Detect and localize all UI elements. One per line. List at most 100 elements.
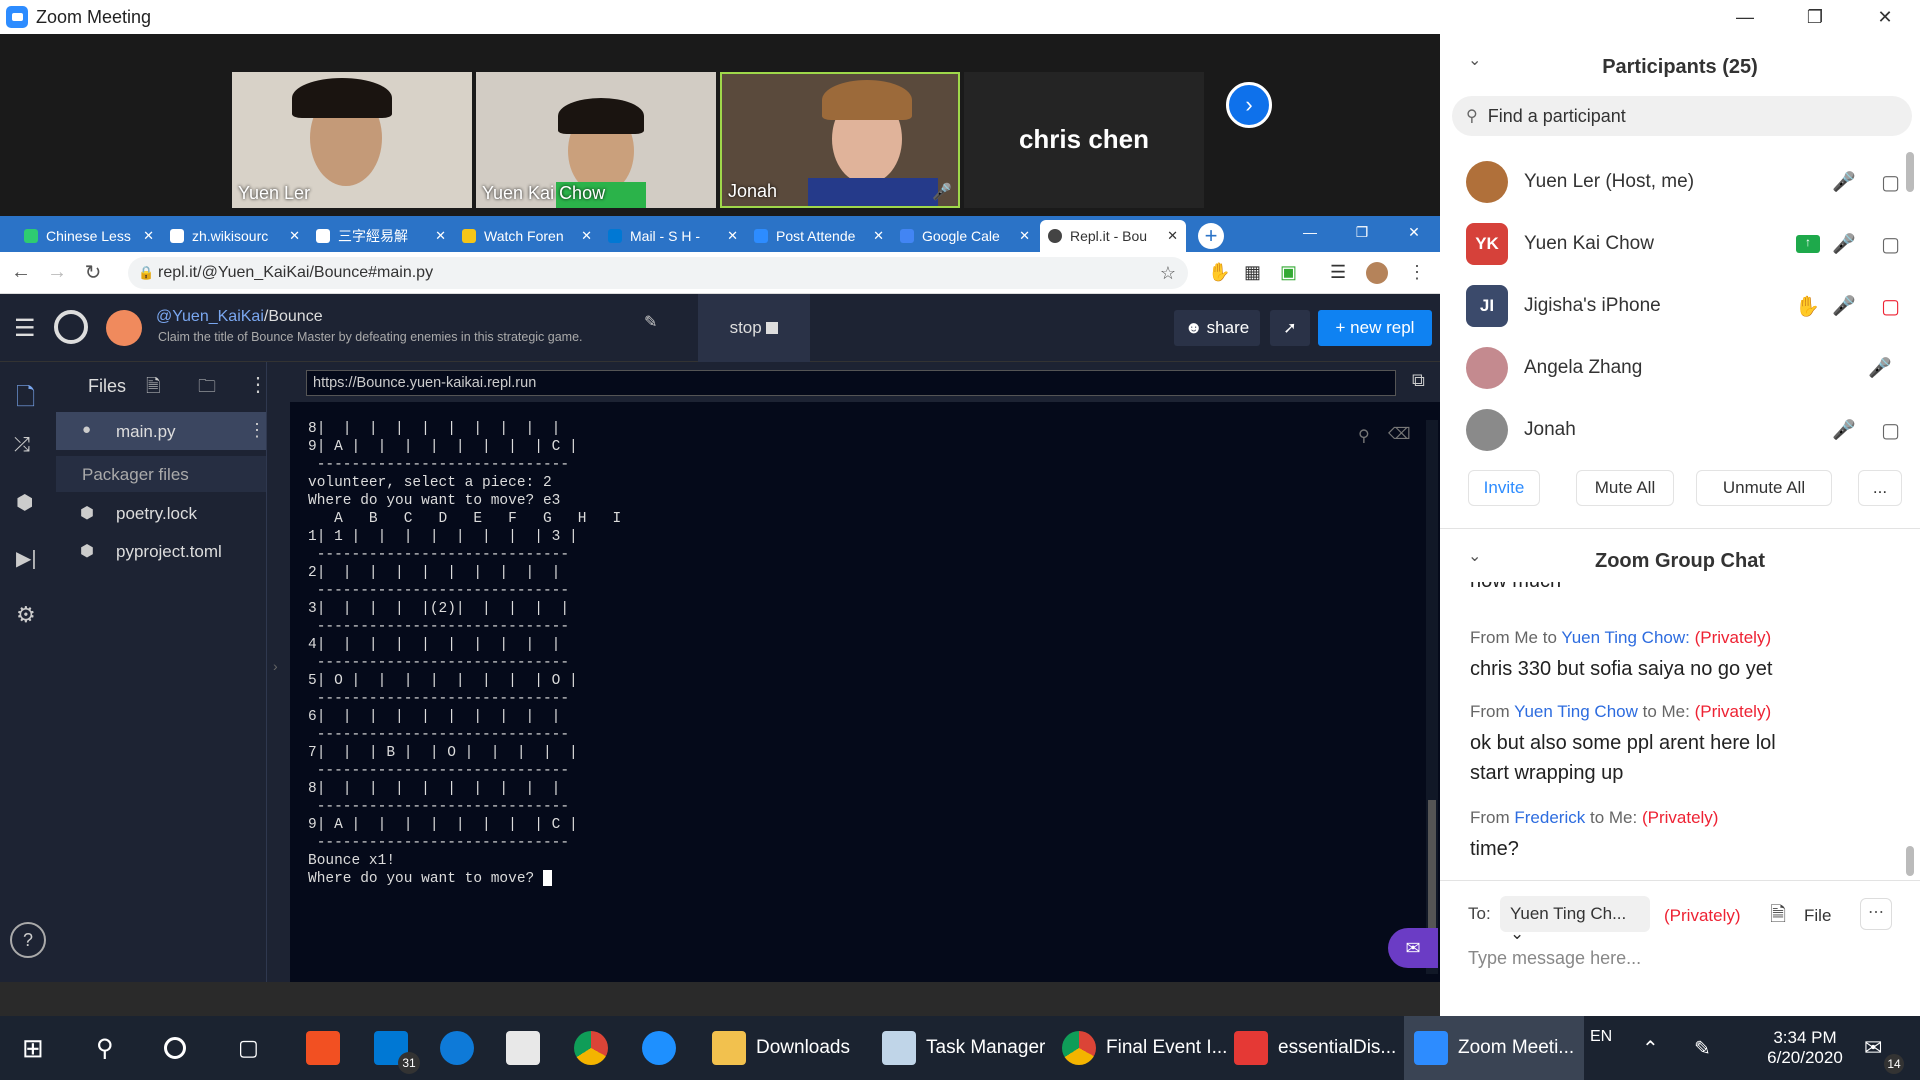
taskbar-app[interactable]: Task Manager (882, 1016, 1045, 1080)
media-icon[interactable]: ☰ (1330, 262, 1346, 283)
participant-row[interactable]: Angela Zhang 🎤 (1466, 340, 1906, 396)
tab-close-icon[interactable]: ✕ (581, 228, 592, 244)
chat-bubble-icon[interactable]: ✉ (1388, 928, 1438, 968)
store-icon[interactable] (306, 1016, 350, 1080)
task-view-icon[interactable]: ▢ (238, 1016, 259, 1080)
participant-row[interactable]: Yuen Ler (Host, me) 🎤 ▢ (1466, 154, 1906, 210)
chat-scrollbar[interactable] (1906, 846, 1914, 876)
webview-url-field[interactable]: https://Bounce.yuen-kaikai.repl.run (306, 370, 1396, 396)
windows-start-icon[interactable]: ⊞ (22, 1016, 44, 1080)
minimize-button[interactable]: — (1710, 0, 1780, 34)
file-icon[interactable]: 🗎 (1770, 900, 1786, 934)
file-item[interactable]: ⬢ poetry.lock (56, 496, 266, 530)
participant-row[interactable]: Jonah 🎤 ▢ (1466, 402, 1906, 458)
search-icon[interactable]: ⚲ (96, 1016, 114, 1080)
file-item[interactable]: ⬢ pyproject.toml (56, 534, 266, 568)
browser-tab[interactable]: Mail - S H - ✕ (600, 220, 746, 252)
browser-minimize-button[interactable]: — (1284, 216, 1336, 241)
participant-row[interactable]: JI Jigisha's iPhone ✋ 🎤 ▢ (1466, 278, 1906, 334)
participants-scrollbar[interactable] (1906, 152, 1914, 192)
browser-tab[interactable]: Post Attende ✕ (746, 220, 892, 252)
extension-icon[interactable]: ▣ (1280, 262, 1297, 283)
extension-grid-icon[interactable]: ▦ (1244, 262, 1261, 283)
mail-icon[interactable]: 31 (374, 1016, 420, 1080)
tab-close-icon[interactable]: ✕ (1019, 228, 1030, 244)
panel-divider[interactable]: › (266, 362, 290, 982)
browser-tab[interactable]: zh.wikisourc ✕ (162, 220, 308, 252)
browser-menu-icon[interactable]: ⋮ (1408, 262, 1426, 283)
tab-close-icon[interactable]: ✕ (1167, 228, 1178, 244)
mute-all-button[interactable]: Mute All (1576, 470, 1674, 506)
chat-message-input[interactable]: Type message here... (1468, 948, 1898, 982)
tab-close-icon[interactable]: ✕ (435, 228, 446, 244)
profile-avatar[interactable] (1366, 261, 1388, 284)
new-tab-icon[interactable]: + (1198, 223, 1224, 249)
clear-console-icon[interactable]: ⌫ (1388, 424, 1411, 444)
pen-icon[interactable]: ✎ (1694, 1016, 1711, 1080)
add-folder-icon[interactable]: 🗀 (198, 374, 216, 404)
video-tile[interactable]: Yuen Ler (232, 72, 472, 208)
close-button[interactable]: ✕ (1850, 0, 1920, 34)
back-arrow-icon[interactable]: ← (6, 261, 36, 284)
browser-close-button[interactable]: ✕ (1388, 216, 1440, 241)
new-repl-button[interactable]: + new repl (1318, 310, 1432, 346)
notifications-icon[interactable]: ✉ 14 (1864, 1016, 1904, 1080)
console-search-icon[interactable]: ⚲ (1358, 426, 1370, 446)
bookmark-star-icon[interactable]: ☆ (1160, 263, 1176, 284)
cortana-icon[interactable] (164, 1016, 186, 1080)
unmute-all-button[interactable]: Unmute All (1696, 470, 1832, 506)
browser-tab-active[interactable]: Repl.it - Bou ✕ (1040, 220, 1186, 252)
recipient-dropdown[interactable]: Yuen Ting Ch... ⌄ (1500, 896, 1650, 943)
maximize-button[interactable]: ❐ (1780, 0, 1850, 34)
tab-close-icon[interactable]: ✕ (727, 228, 738, 244)
taskbar-app-active[interactable]: Zoom Meeti... (1404, 1016, 1584, 1080)
more-button[interactable]: ... (1858, 470, 1902, 506)
repl-owner[interactable]: @Yuen_KaiKai (156, 308, 264, 325)
participant-row[interactable]: YK Yuen Kai Chow ↑ 🎤 ▢ (1466, 216, 1906, 272)
deploy-rocket-icon[interactable]: ➚ (1270, 310, 1310, 346)
invite-button[interactable]: Invite (1468, 470, 1540, 506)
hamburger-menu-icon[interactable]: ☰ (14, 314, 36, 343)
settings-gear-icon[interactable]: ⚙ (16, 602, 36, 628)
taskbar-app[interactable]: Final Event I... (1062, 1016, 1227, 1080)
url-field[interactable]: 🔒 repl.it/@Yuen_KaiKai/Bounce#main.py ☆ (128, 257, 1188, 289)
edit-pencil-icon[interactable]: ✎ (644, 312, 657, 332)
browser-tab[interactable]: Watch Foren ✕ (454, 220, 600, 252)
add-file-icon[interactable]: 🗎 (146, 374, 160, 404)
tab-close-icon[interactable]: ✕ (873, 228, 884, 244)
packager-files-header[interactable]: Packager files (56, 456, 266, 492)
participant-search-input[interactable]: ⚲ Find a participant (1452, 96, 1912, 136)
open-new-window-icon[interactable]: ⧉ (1412, 370, 1425, 391)
weather-icon[interactable] (642, 1016, 686, 1080)
console-output[interactable]: ⚲ ⌫ 8| | | | | | | | | | 9| A | | | | | |… (290, 402, 1440, 982)
extension-icon[interactable]: ✋ (1208, 262, 1230, 283)
video-tile[interactable]: Yuen Kai Chow (476, 72, 716, 208)
browser-tab[interactable]: Google Cale ✕ (892, 220, 1038, 252)
browser-restore-button[interactable]: ❐ (1336, 216, 1388, 241)
version-control-icon[interactable]: ⤮ (14, 434, 30, 457)
taskbar-app[interactable]: Downloads (712, 1016, 850, 1080)
replit-logo-icon[interactable] (54, 310, 88, 344)
browser-tab[interactable]: 三字經易解 ✕ (308, 220, 454, 252)
chrome-icon[interactable] (574, 1016, 618, 1080)
show-hidden-icons-icon[interactable]: ⌃ (1642, 1016, 1659, 1080)
reload-icon[interactable]: ↻ (78, 260, 108, 285)
debugger-icon[interactable]: ▶| (16, 546, 37, 571)
share-button[interactable]: ☻ share (1174, 310, 1260, 346)
file-item-active[interactable]: ● main.py ⋮ (56, 412, 266, 450)
taskbar-app[interactable]: essentialDis... (1234, 1016, 1396, 1080)
photos-icon[interactable] (506, 1016, 550, 1080)
next-page-arrow-icon[interactable]: › (1226, 82, 1272, 128)
files-menu-icon[interactable]: ⋮ (248, 372, 268, 397)
video-tile-active[interactable]: Jonah 🎤 (720, 72, 960, 208)
tab-close-icon[interactable]: ✕ (289, 228, 300, 244)
edge-icon[interactable] (440, 1016, 484, 1080)
browser-tab[interactable]: Chinese Less ✕ (16, 220, 162, 252)
packages-icon[interactable]: ⬢ (16, 490, 33, 515)
console-scrollbar[interactable] (1426, 420, 1438, 974)
tab-close-icon[interactable]: ✕ (143, 228, 154, 244)
language-indicator[interactable]: EN (1590, 1016, 1612, 1080)
video-tile[interactable]: chris chen (964, 72, 1204, 208)
clock[interactable]: 3:34 PM 6/20/2020 (1750, 1016, 1860, 1080)
help-icon[interactable]: ? (10, 922, 46, 958)
